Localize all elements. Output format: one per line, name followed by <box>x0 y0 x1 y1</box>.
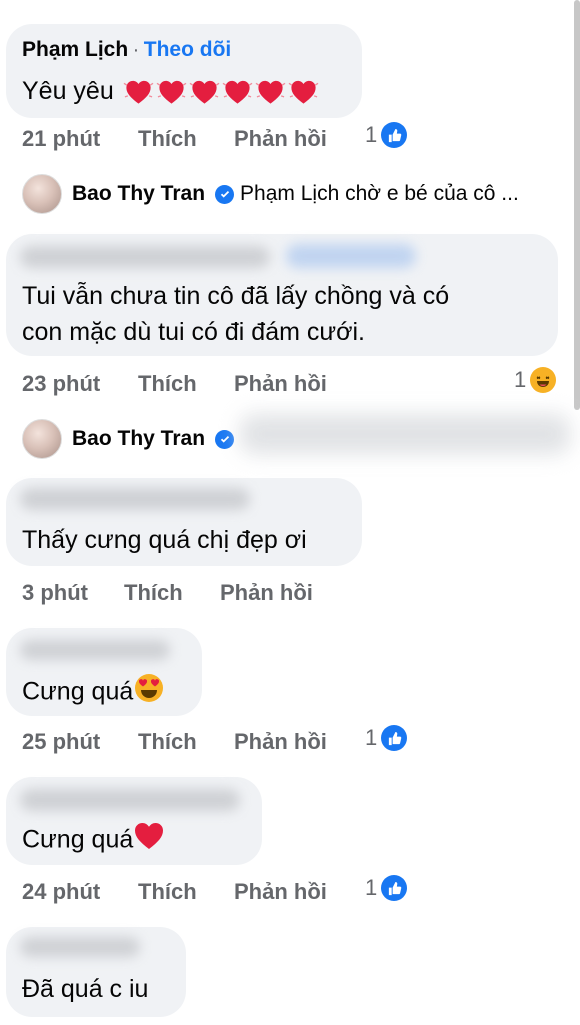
blurred-author <box>20 488 250 510</box>
like-icon <box>381 875 408 901</box>
follow-link[interactable]: Theo dõi <box>144 38 232 61</box>
like-icon <box>381 122 408 148</box>
reply-button[interactable]: Phản hồi <box>234 879 327 905</box>
comment-text: Yêu yêu <box>22 77 114 105</box>
comment-text: Cưng quá <box>22 677 134 706</box>
reaction-summary[interactable]: 1 <box>365 725 408 751</box>
blurred-reply-text <box>240 414 570 454</box>
sparkling-heart-icon <box>189 81 220 105</box>
reply-row[interactable]: Bao Thy Tran Phạm Lịch chờ e bé của cô .… <box>22 174 519 214</box>
avatar[interactable] <box>22 174 62 214</box>
sparkling-heart-icon <box>156 81 187 105</box>
comment-bubble: Phạm Lịch · Theo dõi Yêu yêu <box>6 24 362 118</box>
blurred-author <box>20 937 140 957</box>
comment-text: Đã quá c iu <box>22 975 149 1003</box>
sparkling-heart-icon <box>222 81 253 105</box>
reaction-summary[interactable]: 1 <box>365 122 408 148</box>
comment-bubble: Cưng quá <box>6 777 262 865</box>
red-heart-icon <box>133 821 165 861</box>
reaction-count: 1 <box>365 725 378 750</box>
haha-icon <box>530 367 557 393</box>
reply-text: Phạm Lịch chờ e bé của cô ... <box>240 182 519 205</box>
reply-button[interactable]: Phản hồi <box>220 580 313 606</box>
reply-author[interactable]: Bao Thy Tran <box>72 182 205 206</box>
comment-time: 21 phút <box>22 126 101 151</box>
comment-time: 24 phút <box>22 879 101 904</box>
heart-eyes-icon <box>133 672 165 714</box>
reaction-count: 1 <box>365 875 378 900</box>
like-icon <box>381 725 408 751</box>
comment-time: 3 phút <box>22 580 88 605</box>
comment-text: Tui vẫn chưa tin cô đã lấy chồng và có <box>22 282 450 310</box>
reaction-summary[interactable]: 1 <box>365 875 408 901</box>
reply-button[interactable]: Phản hồi <box>234 126 327 152</box>
blurred-author <box>286 244 416 268</box>
reply-button[interactable]: Phản hồi <box>234 729 327 755</box>
verified-badge-icon <box>215 184 235 204</box>
comment-time: 25 phút <box>22 729 101 754</box>
comment-bubble: Tui vẫn chưa tin cô đã lấy chồng và có c… <box>6 234 558 356</box>
like-button[interactable]: Thích <box>138 126 197 152</box>
reply-row[interactable]: Bao Thy Tran <box>22 419 235 459</box>
comment-text: Thấy cưng quá chị đẹp ơi <box>22 526 307 554</box>
reaction-count: 1 <box>365 122 378 147</box>
comment-author[interactable]: Phạm Lịch <box>22 38 128 61</box>
like-button[interactable]: Thích <box>138 371 197 397</box>
comment-text: con mặc dù tui có đi đám cưới. <box>22 318 365 346</box>
like-button[interactable]: Thích <box>124 580 183 606</box>
verified-badge-icon <box>215 429 235 449</box>
sparkling-heart-icon <box>255 81 286 105</box>
like-button[interactable]: Thích <box>138 879 197 905</box>
reply-author[interactable]: Bao Thy Tran <box>72 427 205 451</box>
blurred-author <box>20 246 270 268</box>
comment-text: Cưng quá <box>22 825 134 854</box>
comment-bubble: Thấy cưng quá chị đẹp ơi <box>6 478 362 566</box>
reply-button[interactable]: Phản hồi <box>234 371 327 397</box>
comment-time: 23 phút <box>22 371 101 396</box>
reaction-count: 1 <box>514 367 527 392</box>
separator-dot: · <box>132 39 140 61</box>
scrollbar[interactable] <box>574 0 580 410</box>
like-button[interactable]: Thích <box>138 729 197 755</box>
blurred-author <box>20 640 170 660</box>
avatar[interactable] <box>22 419 62 459</box>
blurred-author <box>20 789 240 811</box>
reaction-summary[interactable]: 1 <box>514 367 557 393</box>
comment-bubble: Cưng quá <box>6 628 202 716</box>
sparkling-heart-icon <box>123 81 154 105</box>
comment-bubble: Đã quá c iu <box>6 927 186 1017</box>
sparkling-heart-icon <box>288 81 319 105</box>
heart-emoji-group <box>121 77 319 105</box>
